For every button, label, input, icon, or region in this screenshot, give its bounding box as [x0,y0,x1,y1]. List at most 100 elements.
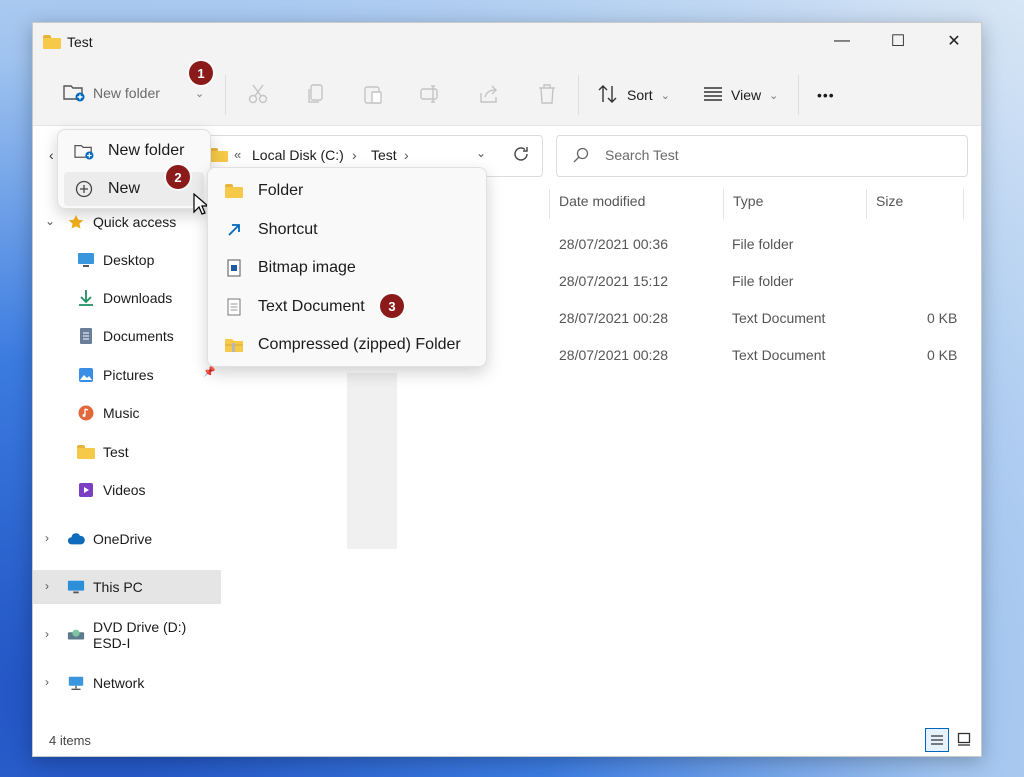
nav-documents[interactable]: Documents [33,319,221,353]
chevron-right-icon[interactable]: › [45,579,49,593]
text-document-icon [224,297,244,317]
menu-item-new-folder[interactable]: New folder [64,134,204,168]
folder-icon [210,148,228,165]
row-size: 0 KB [927,347,958,363]
nav-downloads[interactable]: Downloads [33,281,221,315]
nav-label: DVD Drive (D:) ESD-I [93,619,187,651]
computer-icon [67,578,85,596]
chevron-right-icon[interactable]: › [45,531,49,545]
details-view-icon[interactable] [925,728,949,752]
step-badge-2: 2 [166,165,190,189]
nav-this-pc[interactable]: › This PC [33,570,221,604]
chevron-down-icon[interactable]: ⌄ [45,214,55,228]
row-date: 28/07/2021 15:12 [559,273,668,289]
view-label: View [731,87,762,103]
menu-label: Bitmap image [258,259,356,276]
search-box[interactable]: Search Test [556,135,968,177]
tiles-view-icon[interactable] [953,728,975,750]
menu-label: New [108,180,141,197]
new-folder-label: New folder [93,85,160,101]
sort-label: Sort [627,87,653,103]
navigation-pane: ⌄ Quick access Desktop Downloads Documen… [33,203,221,723]
close-button[interactable]: ✕ [931,23,977,59]
overflow-icon[interactable]: « [234,147,241,162]
column-size[interactable]: Size [876,193,903,209]
nav-onedrive[interactable]: › OneDrive [33,522,221,556]
shortcut-icon [224,220,244,240]
rename-icon[interactable] [419,83,441,108]
nav-label: Pictures [103,367,154,383]
menu-item-bitmap[interactable]: Bitmap image [214,251,480,285]
chevron-right-icon[interactable]: › [45,627,49,641]
column-type[interactable]: Type [733,193,763,209]
step-badge-3: 3 [380,294,404,318]
music-icon [77,404,95,422]
nav-pictures[interactable]: Pictures 📌 [33,358,221,392]
title-bar: Test — ☐ ✕ [33,23,981,61]
menu-label: New folder [108,142,185,159]
delete-icon[interactable] [536,83,558,108]
file-explorer-window: Test — ☐ ✕ New folder ⌄ Sort ⌄ View ⌄ ••… [32,22,982,757]
copy-icon[interactable] [305,83,327,108]
folder-icon [224,181,244,201]
download-icon [77,289,95,307]
menu-label: Compressed (zipped) Folder [258,336,461,353]
minimize-button[interactable]: — [819,23,865,59]
refresh-icon[interactable] [512,145,530,166]
nav-desktop[interactable]: Desktop [33,243,221,277]
address-dropdown-icon[interactable]: ⌄ [476,146,486,160]
cut-icon[interactable] [247,83,269,108]
view-button[interactable]: View ⌄ [703,77,778,113]
row-type: Text Document [732,310,826,326]
back-arrow-icon[interactable]: ‹ [49,147,54,163]
nav-label: Documents [103,328,174,344]
pin-icon[interactable]: 📌 [203,367,215,378]
breadcrumb-local-disk[interactable]: Local Disk (C:) [252,147,344,163]
new-folder-icon [63,82,85,105]
nav-dvd-drive[interactable]: › DVD Drive (D:) ESD-I [33,618,221,652]
menu-item-text-document[interactable]: Text Document [214,290,480,324]
zip-folder-icon [224,335,244,355]
nav-music[interactable]: Music [33,396,221,430]
nav-label: Desktop [103,252,155,268]
folder-icon [77,443,95,461]
plus-circle-icon [74,179,94,199]
breadcrumb-test[interactable]: Test [371,147,397,163]
new-submenu: Folder Shortcut Bitmap image Text Docume… [207,167,487,367]
nav-label: Test [103,444,129,460]
nav-network[interactable]: › Network [33,666,221,700]
row-type: File folder [732,273,794,289]
menu-label: Shortcut [258,221,318,238]
step-badge-1: 1 [189,61,213,85]
nav-label: This PC [93,579,143,595]
more-options-button[interactable]: ••• [817,77,835,113]
menu-item-compressed-folder[interactable]: Compressed (zipped) Folder [214,328,480,362]
menu-item-shortcut[interactable]: Shortcut [214,213,480,247]
nav-test[interactable]: Test [33,435,221,469]
menu-label: Text Document [258,298,365,315]
cloud-icon [67,530,85,548]
maximize-button[interactable]: ☐ [875,23,921,59]
sort-button[interactable]: Sort ⌄ [597,77,670,113]
sort-chevron-icon: ⌄ [660,89,670,102]
search-input[interactable]: Search Test [605,147,679,163]
menu-item-folder[interactable]: Folder [214,174,480,208]
sort-icon [597,84,619,107]
share-icon[interactable] [478,83,500,108]
paste-icon[interactable] [362,83,384,108]
nav-label: Videos [103,482,146,498]
new-folder-icon [74,141,94,161]
nav-videos[interactable]: Videos [33,473,221,507]
row-size: 0 KB [927,310,958,326]
star-icon [67,213,85,231]
chevron-right-icon[interactable]: › [45,675,49,689]
drag-selection-shadow [347,373,397,549]
column-date-modified[interactable]: Date modified [559,193,645,209]
documents-icon [77,327,95,345]
chevron-down-icon[interactable]: ⌄ [195,87,204,100]
dvd-drive-icon [67,626,85,644]
breadcrumb-separator-icon: › [352,147,357,163]
nav-label: OneDrive [93,531,153,547]
new-folder-button[interactable]: New folder [63,75,160,111]
folder-icon [43,35,61,52]
